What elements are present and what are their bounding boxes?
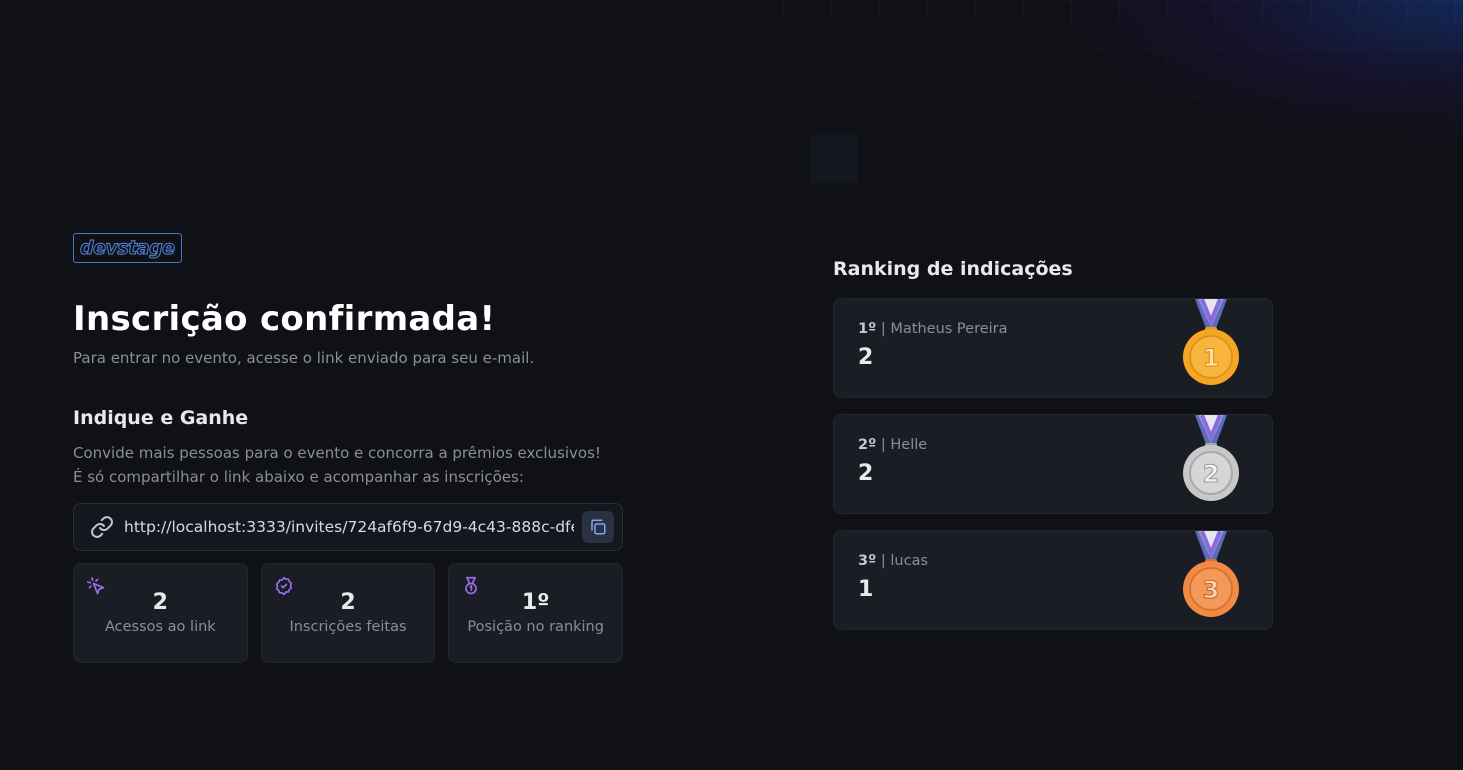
background-glow: [763, 0, 1463, 260]
background-tile: [810, 135, 858, 183]
medal-icon: [465, 576, 478, 595]
medal-number: 3: [1203, 576, 1220, 604]
ranking-entry: 3º | lucas 1 3: [833, 530, 1273, 630]
ranking-name: | Matheus Pereira: [880, 321, 1008, 337]
background-grid: [783, 0, 1463, 260]
stat-card-ranking-position: 1º Posição no ranking: [448, 563, 624, 663]
confirmation-panel: devstage Inscrição confirmada! Para entr…: [73, 233, 624, 663]
devstage-logo: devstage: [73, 233, 182, 263]
copy-link-button[interactable]: [582, 511, 614, 543]
ranking-panel: Ranking de indicações 1º | Matheus Perei…: [833, 258, 1273, 630]
ranking-name: | Helle: [880, 437, 928, 453]
invite-link-text[interactable]: http://localhost:3333/invites/724af6f9-6…: [124, 518, 574, 536]
invite-link-field[interactable]: http://localhost:3333/invites/724af6f9-6…: [73, 503, 623, 551]
stat-card-subscriptions: 2 Inscrições feitas: [260, 563, 436, 663]
ranking-position: 3º: [858, 553, 877, 569]
silver-medal-icon: 2: [1183, 415, 1239, 501]
copy-icon: [591, 519, 606, 535]
invite-section-title: Indique e Ganhe: [73, 407, 249, 429]
ranking-position: 1º: [858, 321, 877, 337]
medal-number: 2: [1203, 460, 1220, 488]
invite-description: Convide mais pessoas para o evento e con…: [73, 441, 623, 489]
medal-number: 1: [1203, 344, 1220, 372]
page-subtitle: Para entrar no evento, acesse o link env…: [73, 349, 535, 367]
invite-description-line-2: É só compartilhar o link abaixo e acompa…: [73, 468, 524, 486]
gold-medal-icon: 1: [1183, 299, 1239, 385]
badge-check-icon: [275, 576, 292, 596]
invite-stats: 2 Acessos ao link 2 Inscrições feitas 1º…: [73, 563, 624, 663]
bronze-medal-icon: 3: [1183, 531, 1239, 617]
stat-card-link-clicks: 2 Acessos ao link: [73, 563, 248, 663]
cursor-click-icon: [87, 577, 105, 595]
ranking-position: 2º: [858, 437, 877, 453]
invite-description-line-1: Convide mais pessoas para o evento e con…: [73, 444, 601, 462]
stat-label: Posição no ranking: [467, 619, 604, 635]
ranking-entry: 2º | Helle 2 2: [833, 414, 1273, 514]
link-icon: [91, 516, 113, 538]
ranking-title: Ranking de indicações: [833, 258, 1073, 280]
stat-label: Inscrições feitas: [289, 619, 407, 635]
stat-label: Acessos ao link: [104, 619, 216, 635]
ranking-name: | lucas: [880, 553, 929, 569]
ranking-entry: 1º | Matheus Pereira 2 1: [833, 298, 1273, 398]
page-title: Inscrição confirmada!: [73, 299, 496, 339]
